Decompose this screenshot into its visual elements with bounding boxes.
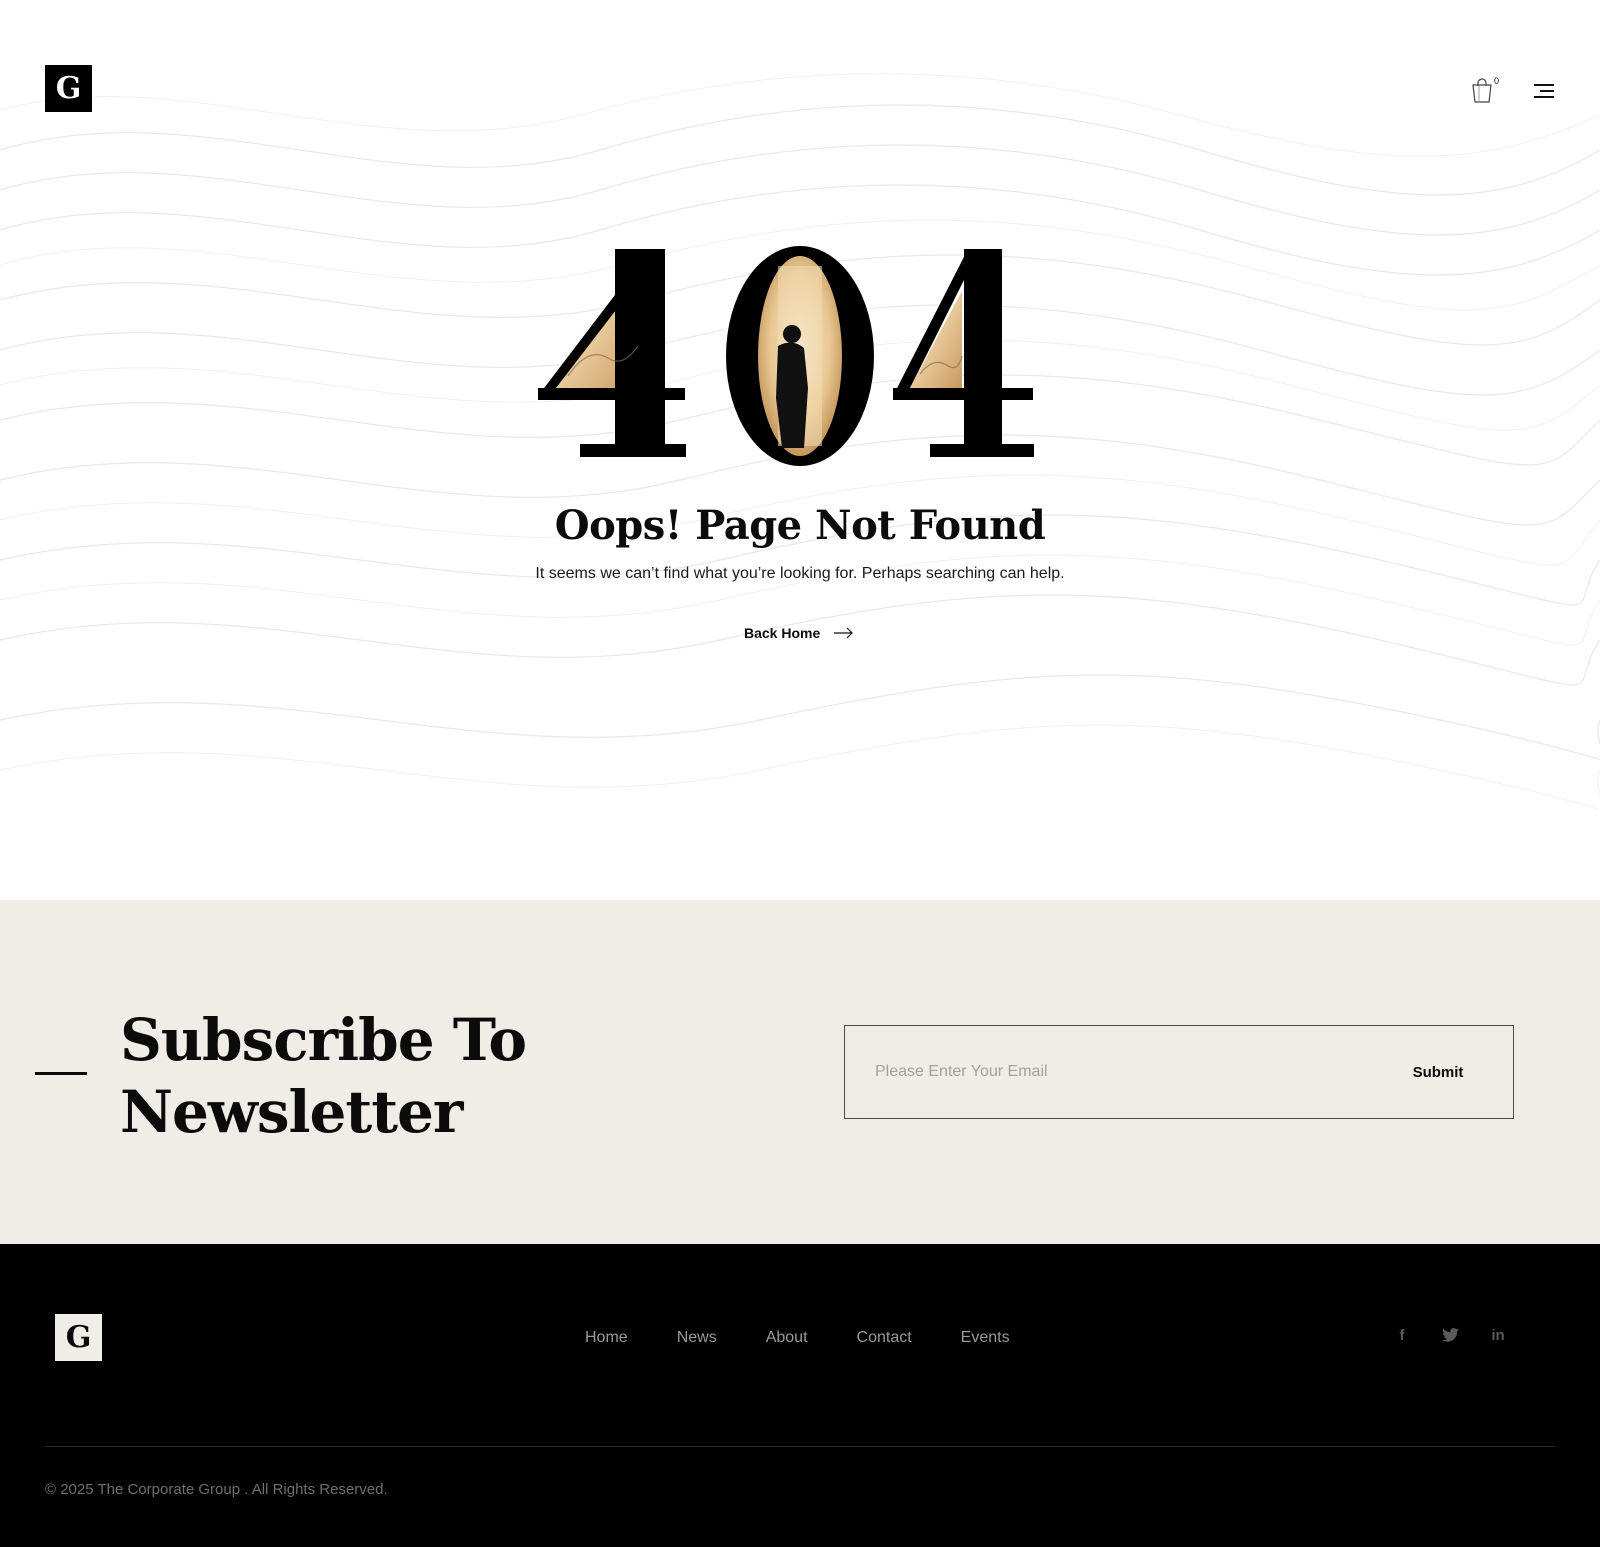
error-message: It seems we can’t find what you’re looki… (535, 565, 1065, 582)
facebook-icon[interactable]: f (1393, 1326, 1411, 1344)
twitter-bird-shape (1441, 1328, 1459, 1342)
newsletter-title-line2: Newsletter (120, 1078, 463, 1146)
back-home-label: Back Home (744, 625, 821, 641)
social-links: f in (1393, 1326, 1507, 1344)
menu-button[interactable] (1534, 82, 1558, 102)
email-input[interactable] (845, 1026, 1383, 1118)
submit-button[interactable]: Submit (1383, 1026, 1513, 1118)
decorative-dash (35, 1072, 87, 1075)
site-footer: G Home News About Contact Events f in © … (0, 1244, 1600, 1547)
facebook-glyph: f (1399, 1326, 1405, 1344)
newsletter-form: Submit (844, 1025, 1514, 1119)
footer-nav: Home News About Contact Events (585, 1329, 1010, 1347)
cart-button[interactable]: 0 (1470, 76, 1504, 106)
footer-nav-news[interactable]: News (677, 1329, 717, 1347)
footer-nav-home[interactable]: Home (585, 1329, 628, 1347)
footer-logo[interactable]: G (55, 1314, 102, 1361)
linkedin-glyph: in (1491, 1326, 1505, 1344)
footer-nav-about[interactable]: About (766, 1329, 808, 1347)
cart-count-badge: 0 (1494, 76, 1500, 86)
error-code-graphic (538, 246, 1034, 466)
footer-logo-letter: G (65, 1319, 92, 1355)
back-home-link[interactable]: Back Home (744, 625, 854, 641)
footer-nav-events[interactable]: Events (961, 1329, 1010, 1347)
page-title: Oops! Page Not Found (554, 502, 1046, 549)
site-logo[interactable]: G (45, 65, 92, 112)
linkedin-icon[interactable]: in (1489, 1326, 1507, 1344)
logo-letter: G (55, 70, 82, 106)
digit-zero (726, 246, 874, 466)
newsletter-title-line1: Subscribe To (120, 1006, 527, 1074)
hero-section: G 0 Oops! Page Not Found It seems we can… (0, 0, 1600, 900)
twitter-icon[interactable] (1441, 1326, 1459, 1344)
hamburger-menu-icon (1534, 84, 1554, 98)
copyright-text: © 2025 The Corporate Group . All Rights … (45, 1481, 388, 1498)
footer-divider (45, 1446, 1555, 1447)
digit-four-left (538, 249, 686, 457)
arrow-right-icon (834, 627, 854, 639)
shopping-bag-icon (1472, 78, 1492, 103)
newsletter-title: Subscribe To Newsletter (120, 1004, 527, 1148)
digit-four-right (893, 249, 1034, 457)
newsletter-section: Subscribe To Newsletter Submit (0, 900, 1600, 1244)
footer-nav-contact[interactable]: Contact (857, 1329, 912, 1347)
